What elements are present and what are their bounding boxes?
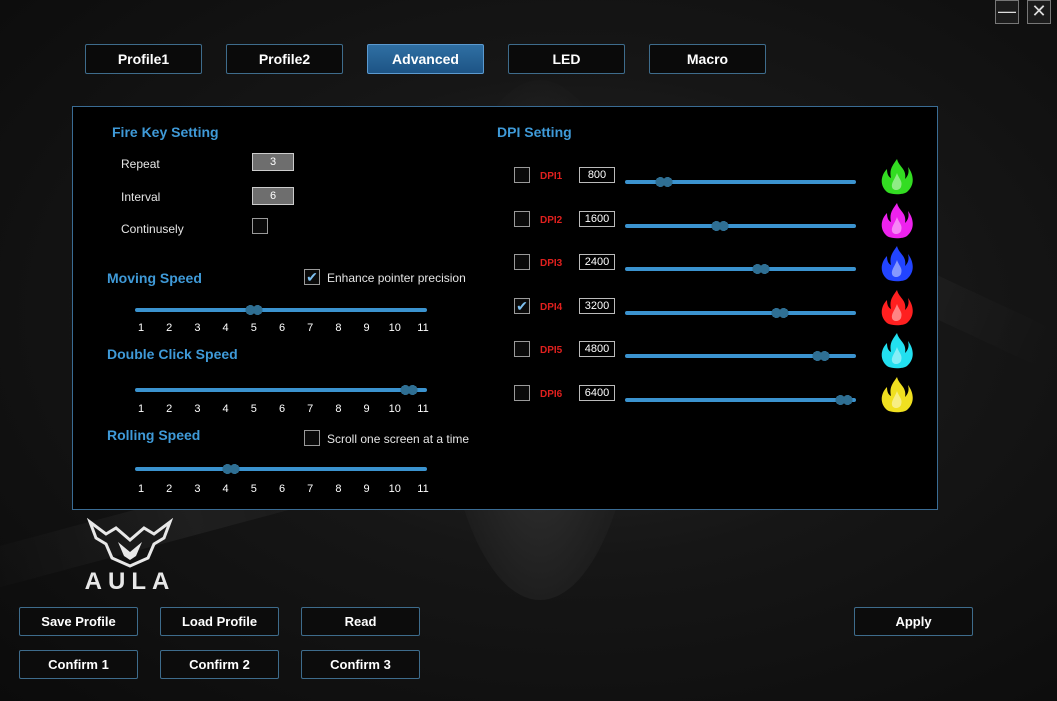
rolling-speed-thumb[interactable]	[222, 463, 241, 475]
flame-icon	[881, 246, 913, 282]
settings-panel: Fire Key Setting Repeat 3 Interval 6 Con…	[72, 106, 938, 510]
dpi-value-box[interactable]: 1600	[579, 210, 615, 227]
dpi-checkbox[interactable]: ✔	[514, 297, 530, 314]
flame-icon	[881, 376, 913, 412]
rolling-speed-tick-label: 7	[307, 483, 314, 495]
confirm-1-button[interactable]: Confirm 1	[19, 650, 138, 679]
dpi-checkbox[interactable]	[514, 384, 530, 401]
aula-logo: AULA	[68, 517, 192, 595]
dpi-checkbox[interactable]	[514, 210, 530, 227]
flame-icon	[881, 289, 913, 325]
scroll-screen-label: Scroll one screen at a time	[327, 432, 470, 446]
confirm-2-button[interactable]: Confirm 2	[160, 650, 279, 679]
dpi-slider-thumb[interactable]	[835, 393, 854, 406]
dpi-slider-thumb[interactable]	[710, 219, 729, 232]
dpi-row: DPI2 1600	[73, 202, 939, 251]
dpi-value-box[interactable]: 6400	[579, 384, 615, 401]
flame-icon	[881, 202, 913, 238]
rolling-speed-tick-label: 10	[388, 483, 401, 495]
dpi-label: DPI3	[540, 258, 563, 269]
dpi-slider-thumb[interactable]	[812, 350, 831, 362]
rolling-speed-tick-label: 3	[194, 483, 201, 495]
dpi-label: DPI4	[540, 301, 563, 313]
dpi-row: ✔ DPI4 3200	[73, 289, 939, 338]
dpi-slider[interactable]	[625, 176, 856, 188]
rolling-speed-tick-label: 8	[335, 483, 342, 495]
dpi-label: DPI1	[540, 171, 563, 182]
dpi-checkbox[interactable]	[514, 167, 530, 183]
fire-key-title: Fire Key Setting	[112, 124, 219, 140]
dpi-checkbox[interactable]	[514, 254, 530, 270]
flame-icon	[881, 333, 913, 369]
rolling-speed-tick-label: 1	[137, 483, 145, 495]
tab-profile2[interactable]: Profile2	[226, 44, 343, 74]
scroll-screen-checkbox[interactable]	[304, 430, 320, 446]
flame-icon	[881, 159, 913, 195]
dpi-slider-thumb[interactable]	[770, 306, 789, 319]
dpi-slider[interactable]	[625, 263, 856, 275]
apply-button[interactable]: Apply	[854, 607, 973, 636]
rolling-speed-slider[interactable]	[135, 463, 427, 475]
rolling-speed-tick-label: 5	[250, 483, 257, 495]
dpi-slider-thumb[interactable]	[655, 176, 674, 188]
rolling-speed-ticks: 1 2 3 4 5 6 7 8 9 10 11	[73, 483, 473, 497]
tab-led[interactable]: LED	[508, 44, 625, 74]
dpi-slider[interactable]	[625, 350, 856, 362]
rolling-speed-tick-label: 2	[166, 483, 173, 495]
confirm-3-button[interactable]: Confirm 3	[301, 650, 420, 679]
rolling-speed-tick-label: 4	[222, 483, 229, 495]
dpi-value-box[interactable]: 4800	[579, 341, 615, 357]
rolling-speed-title: Rolling Speed	[107, 427, 201, 443]
rolling-speed-tick-label: 9	[363, 483, 370, 495]
dpi-slider[interactable]	[625, 306, 856, 319]
rolling-speed-tick-label: 6	[278, 483, 286, 495]
dpi-slider[interactable]	[625, 219, 856, 232]
close-button[interactable]: ✕	[1027, 0, 1051, 24]
dpi-setting-title: DPI Setting	[497, 124, 572, 140]
dpi-value-box[interactable]: 3200	[579, 297, 615, 314]
dpi-value-box[interactable]: 800	[579, 167, 615, 183]
load-profile-button[interactable]: Load Profile	[160, 607, 279, 636]
rolling-speed-tick-label: 11	[417, 483, 429, 495]
dpi-row: DPI3 2400	[73, 246, 939, 294]
aula-logo-text: AULA	[84, 568, 176, 595]
save-profile-button[interactable]: Save Profile	[19, 607, 138, 636]
read-button[interactable]: Read	[301, 607, 420, 636]
dpi-slider-thumb[interactable]	[752, 263, 771, 275]
dpi-label: DPI6	[540, 388, 563, 400]
aula-emblem-icon	[86, 517, 174, 568]
dpi-label: DPI5	[540, 345, 563, 356]
dpi-checkbox[interactable]	[514, 341, 530, 357]
dpi-row: DPI6 6400	[73, 376, 939, 425]
tab-macro[interactable]: Macro	[649, 44, 766, 74]
dpi-slider[interactable]	[625, 393, 856, 406]
dpi-label: DPI2	[540, 214, 563, 226]
tab-advanced[interactable]: Advanced	[367, 44, 484, 74]
tab-profile1[interactable]: Profile1	[85, 44, 202, 74]
dpi-row: DPI5 4800	[73, 333, 939, 381]
dpi-row: DPI1 800	[73, 159, 939, 207]
dpi-value-box[interactable]: 2400	[579, 254, 615, 270]
minimize-button[interactable]: —	[995, 0, 1019, 24]
